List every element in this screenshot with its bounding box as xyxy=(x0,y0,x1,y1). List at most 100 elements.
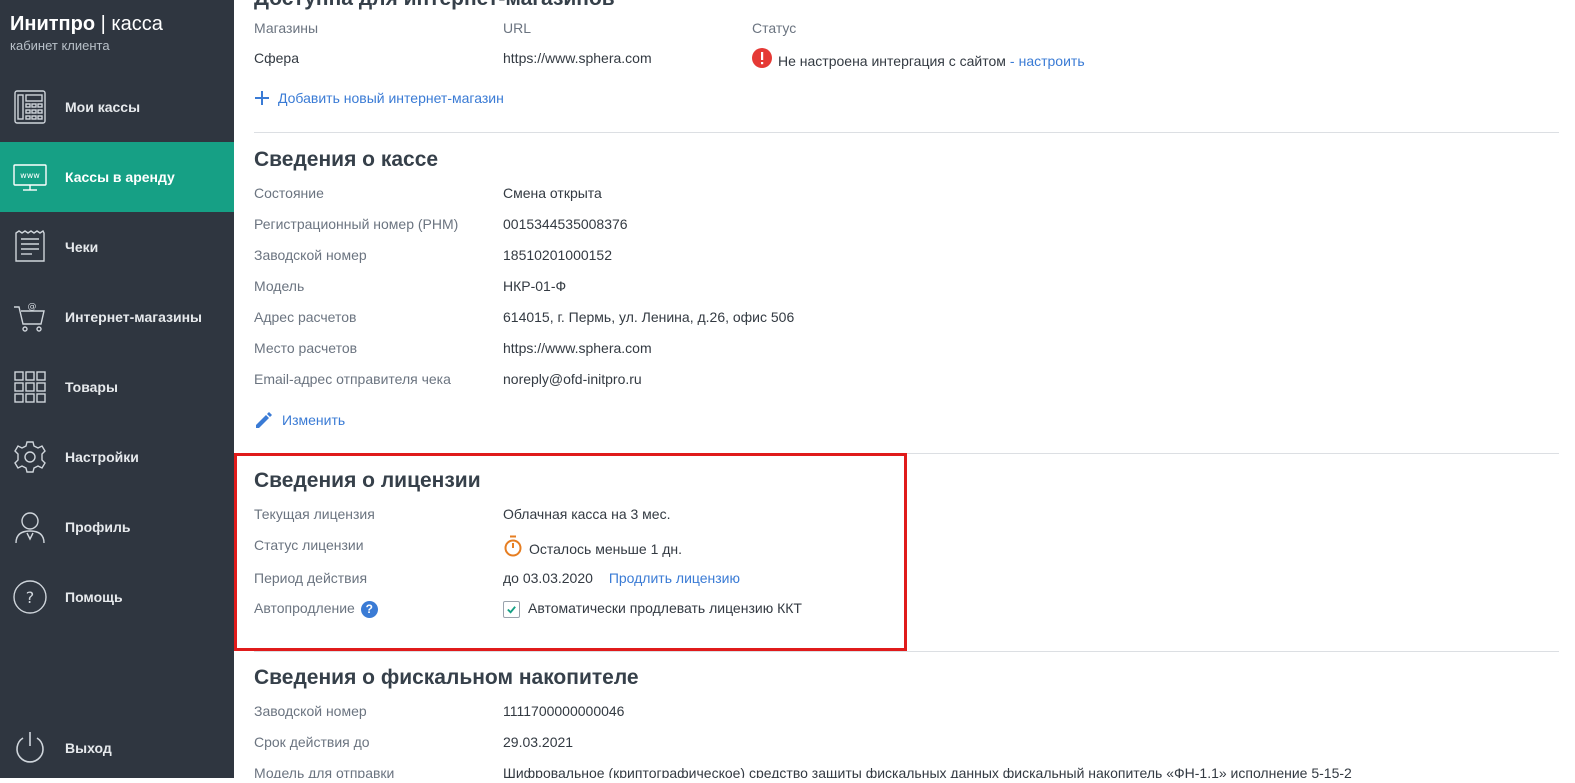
field-label: Текущая лицензия xyxy=(254,506,375,522)
brand-product: касса xyxy=(111,13,163,35)
svg-text:@: @ xyxy=(28,302,37,312)
nav-label: Помощь xyxy=(65,589,123,605)
logout-label: Выход xyxy=(65,740,112,756)
store-name: Сфера xyxy=(254,50,299,66)
nav-label: Мои кассы xyxy=(65,99,141,115)
receipt-icon xyxy=(10,227,50,267)
field-value: 1111700000000046 xyxy=(503,703,625,719)
field-label: Регистрационный номер (РНМ) xyxy=(254,216,459,232)
check-icon xyxy=(507,605,516,614)
field-label: Период действия xyxy=(254,570,368,586)
main-content: Доступна для интернет-магазинов Магазины… xyxy=(234,0,1575,778)
field-value: 18510201000152 xyxy=(503,247,613,263)
grid-icon xyxy=(10,367,50,407)
kassa-title: Сведения о кассе xyxy=(254,148,439,171)
license-status: Осталось меньше 1 дн. xyxy=(503,535,682,562)
extend-license-link[interactable]: Продлить лицензию xyxy=(609,570,740,586)
nav-item-my-kassy[interactable]: Мои кассы xyxy=(0,72,234,142)
brand-separator: | xyxy=(100,13,106,35)
nav-item-help[interactable]: ? Помощь xyxy=(0,562,234,632)
field-value: 614015, г. Пермь, ул. Ленина, д.26, офис… xyxy=(503,309,795,325)
brand-name: Инитпро xyxy=(10,13,96,35)
field-value: noreply@ofd-initpro.ru xyxy=(503,371,642,387)
kassa-section: Сведения о кассе Состояние Смена открыта … xyxy=(254,147,1559,442)
license-section: Сведения о лицензии Текущая лицензия Обл… xyxy=(254,468,1559,633)
nav-item-rent-kassy[interactable]: www Кассы в аренду xyxy=(0,142,234,212)
store-url: https://www.sphera.com xyxy=(503,50,652,66)
license-status-text: Осталось меньше 1 дн. xyxy=(529,540,683,557)
stores-col-status: Статус xyxy=(752,20,797,36)
fn-title: Сведения о фискальном накопителе xyxy=(254,666,639,689)
nav-label: Кассы в аренду xyxy=(65,169,175,185)
field-value: Шифровальное (криптографическое) средств… xyxy=(503,765,1352,778)
field-value: Облачная касса на 3 мес. xyxy=(503,506,671,522)
pencil-icon xyxy=(254,410,282,430)
nav-label: Настройки xyxy=(65,449,139,465)
stores-header-row: Магазины URL Статус xyxy=(254,18,1559,38)
edit-label: Изменить xyxy=(282,412,346,428)
field-label: Место расчетов xyxy=(254,340,358,356)
cash-register-icon xyxy=(10,87,50,127)
nav-item-webshops[interactable]: @ Интернет-магазины xyxy=(0,282,234,352)
table-row: Сфера https://www.sphera.com Не настроен… xyxy=(254,48,1559,69)
field-label: Адрес расчетов xyxy=(254,309,357,325)
field-label: Состояние xyxy=(254,185,324,201)
stores-section: Доступна для интернет-магазинов Магазины… xyxy=(254,0,1559,126)
field-label: Статус лицензии xyxy=(254,537,364,553)
configure-link[interactable]: настроить xyxy=(1019,51,1085,71)
license-period: до 03.03.2020 xyxy=(503,570,593,586)
field-value: Смена открыта xyxy=(503,185,602,201)
nav-label: Чеки xyxy=(65,239,99,255)
autorenew-control: Автоматически продлевать лицензию ККТ xyxy=(503,598,802,618)
store-status: Не настроена интергация с сайтом - настр… xyxy=(752,48,1085,73)
nav-item-profile[interactable]: Профиль xyxy=(0,492,234,562)
field-value: 29.03.2021 xyxy=(503,734,574,750)
divider xyxy=(254,453,1559,454)
www-monitor-icon: www xyxy=(10,157,50,197)
brand-subtitle: кабинет клиента xyxy=(10,38,110,53)
store-status-dash: - xyxy=(1009,52,1015,69)
nav-label: Товары xyxy=(65,379,118,395)
add-webshop-button[interactable]: Добавить новый интернет-магазин xyxy=(254,90,504,106)
license-title: Сведения о лицензии xyxy=(254,469,481,492)
plus-icon xyxy=(254,90,278,106)
cart-icon: @ xyxy=(10,297,50,337)
field-value: НКР-01-Ф xyxy=(503,278,567,294)
stores-title: Доступна для интернет-магазинов xyxy=(254,0,1559,12)
error-icon xyxy=(752,48,772,73)
stores-col-url: URL xyxy=(503,20,532,36)
edit-kassa-button[interactable]: Изменить xyxy=(254,410,345,430)
field-value: до 03.03.2020 Продлить лицензию xyxy=(503,568,740,588)
power-icon xyxy=(10,728,50,768)
sidebar: Инитпро | касса кабинет клиента Мои касс… xyxy=(0,0,234,778)
field-label: Автопродление? xyxy=(254,598,378,618)
help-icon: ? xyxy=(10,577,50,617)
add-webshop-label: Добавить новый интернет-магазин xyxy=(278,90,504,106)
nav-label: Интернет-магазины xyxy=(65,309,203,325)
field-label: Срок действия до xyxy=(254,734,370,750)
divider xyxy=(254,651,1559,652)
nav-item-receipts[interactable]: Чеки xyxy=(0,212,234,282)
fn-section: Сведения о фискальном накопителе Заводск… xyxy=(254,665,1559,778)
autorenew-label: Автопродление xyxy=(254,600,355,616)
field-label: Email-адрес отправителя чека xyxy=(254,371,451,387)
brand: Инитпро | касса кабинет клиента xyxy=(10,12,163,53)
divider xyxy=(254,132,1559,133)
gear-icon xyxy=(10,437,50,477)
timer-icon xyxy=(503,535,523,562)
field-value: https://www.sphera.com xyxy=(503,340,652,356)
svg-text:www: www xyxy=(20,171,40,180)
field-label: Модель для отправки xyxy=(254,765,395,778)
autorenew-checkbox-label: Автоматически продлевать лицензию ККТ xyxy=(528,600,802,616)
nav-item-goods[interactable]: Товары xyxy=(0,352,234,422)
field-value: 0015344535008376 xyxy=(503,216,628,232)
store-status-text: Не настроена интергация с сайтом xyxy=(778,52,1006,69)
field-label: Модель xyxy=(254,278,305,294)
help-tooltip-icon[interactable]: ? xyxy=(360,600,378,618)
stores-col-store: Магазины xyxy=(254,20,319,36)
nav-item-settings[interactable]: Настройки xyxy=(0,422,234,492)
user-icon xyxy=(10,507,50,547)
field-label: Заводской номер xyxy=(254,703,367,719)
logout-button[interactable]: Выход xyxy=(0,713,234,783)
autorenew-checkbox[interactable] xyxy=(503,600,520,618)
